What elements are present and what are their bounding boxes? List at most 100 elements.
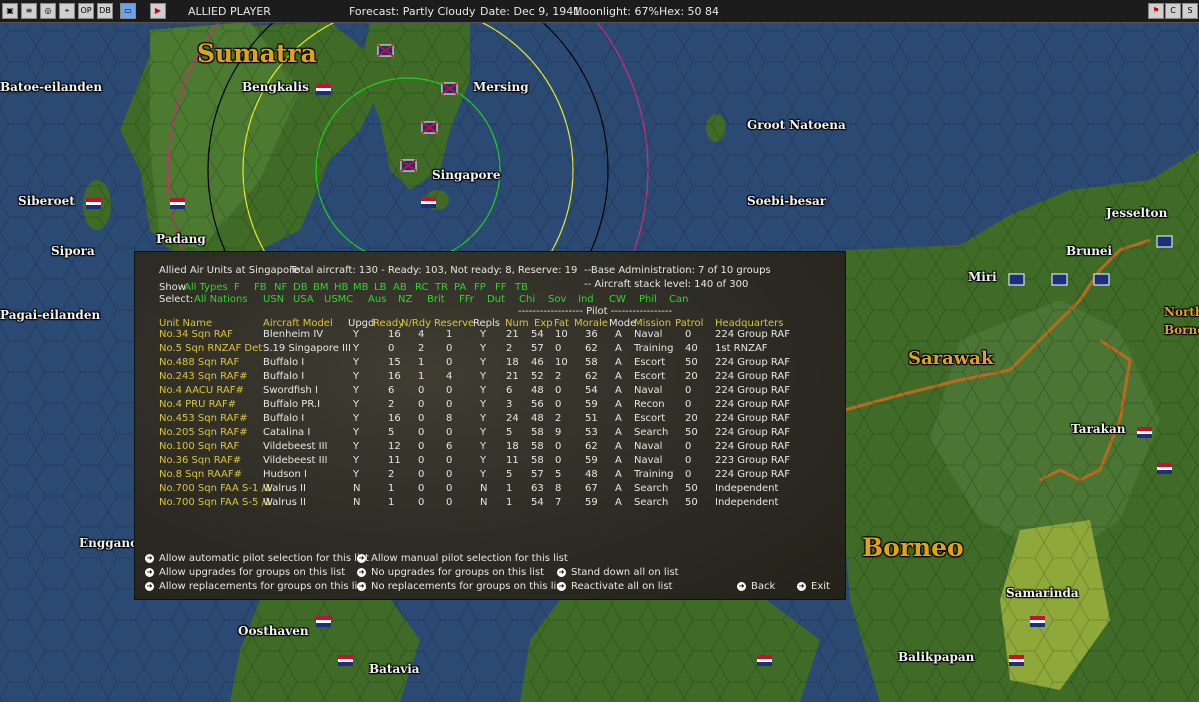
select-nation-all[interactable]: All Nations	[194, 294, 248, 305]
table-row[interactable]: No.36 Sqn RAF# Vildebeest III Y 11 0 0 Y 11 58 0 5…	[135, 455, 845, 469]
cell-exp: 48	[531, 385, 544, 396]
no-replacements-option[interactable]: ➜ No replacements for groups on this list	[357, 581, 565, 592]
select-nation-ffr[interactable]: FFr	[459, 294, 474, 305]
window-icon[interactable]: ▭	[120, 3, 136, 19]
show-type-mb[interactable]: MB	[353, 282, 369, 293]
select-nation-brit[interactable]: Brit	[427, 294, 445, 305]
cell-unit[interactable]: No.453 Sqn RAF#	[159, 413, 248, 424]
show-type-all[interactable]: All Types	[184, 282, 228, 293]
play-icon[interactable]: ▶	[150, 3, 166, 19]
s-button[interactable]: S	[1182, 3, 1198, 19]
table-row[interactable]: No.700 Sqn FAA S-1 /1 Walrus II N 1 0 0 N 1 63 8 6…	[135, 483, 845, 497]
col-unit[interactable]: Unit Name	[159, 318, 212, 329]
table-row[interactable]: No.700 Sqn FAA S-5 /1 Walrus II N 1 0 0 N 1 54 7 5…	[135, 497, 845, 511]
select-nation-usa[interactable]: USA	[293, 294, 314, 305]
select-nation-phil[interactable]: Phil	[639, 294, 657, 305]
select-nation-dut[interactable]: Dut	[487, 294, 505, 305]
show-type-ab[interactable]: AB	[393, 282, 407, 293]
cell-unit[interactable]: No.34 Sqn RAF	[159, 329, 233, 340]
stand-down-option[interactable]: ➜ Stand down all on list	[557, 567, 679, 578]
arrow-icon: ➜	[357, 581, 366, 591]
table-row[interactable]: No.100 Sqn RAF Vildebeest III Y 12 0 6 Y 18 58 0 6…	[135, 441, 845, 455]
select-nation-sov[interactable]: Sov	[548, 294, 566, 305]
allow-replacements-option[interactable]: ➜ Allow replacements for groups on this l…	[145, 581, 366, 592]
intel-icon[interactable]: ≡	[21, 3, 37, 19]
flag-icon[interactable]: ⚑	[1148, 3, 1164, 19]
show-type-tb[interactable]: TB	[515, 282, 528, 293]
show-type-fb[interactable]: FB	[254, 282, 267, 293]
cell-unit[interactable]: No.243 Sqn RAF#	[159, 371, 248, 382]
col-num[interactable]: Num	[505, 318, 529, 329]
select-nation-aus[interactable]: Aus	[368, 294, 386, 305]
select-nation-usmc[interactable]: USMC	[324, 294, 353, 305]
map-label-sarawak: Sarawak	[908, 348, 994, 369]
allow-upgrades-option[interactable]: ➜ Allow upgrades for groups on this list	[145, 567, 345, 578]
cell-unit[interactable]: No.700 Sqn FAA S-1 /1	[159, 483, 271, 494]
back-button[interactable]: ➜ Back	[737, 581, 775, 592]
col-ready[interactable]: Ready	[373, 318, 404, 329]
col-nrdy[interactable]: N/Rdy	[401, 318, 431, 329]
exit-button[interactable]: ➜ Exit	[797, 581, 830, 592]
select-nation-nz[interactable]: NZ	[398, 294, 412, 305]
cell-unit[interactable]: No.488 Sqn RAF	[159, 357, 239, 368]
cell-patrol: 50	[685, 497, 698, 508]
map-label-miri: Miri	[968, 270, 997, 284]
col-upgd[interactable]: Upgd	[348, 318, 374, 329]
col-fat[interactable]: Fat	[554, 318, 569, 329]
c-button[interactable]: C	[1165, 3, 1181, 19]
col-hq[interactable]: Headquarters	[715, 318, 783, 329]
cell-exp: 56	[531, 399, 544, 410]
db-button[interactable]: DB	[97, 3, 113, 19]
cell-unit[interactable]: No.205 Sqn RAF#	[159, 427, 248, 438]
cell-unit[interactable]: No.4 AACU RAF#	[159, 385, 244, 396]
table-row[interactable]: No.4 AACU RAF# Swordfish I Y 6 0 0 Y 6 48 0 54 A Nav…	[135, 385, 845, 399]
cell-unit[interactable]: No.100 Sqn RAF	[159, 441, 239, 452]
table-row[interactable]: No.488 Sqn RAF Buffalo I Y 15 1 0 Y 18 46 10 58 A Es…	[135, 357, 845, 371]
world-icon[interactable]: ◎	[40, 3, 56, 19]
auto-pilot-option[interactable]: ➜ Allow automatic pilot selection for thi…	[145, 553, 369, 564]
no-upgrades-option[interactable]: ➜ No upgrades for groups on this list	[357, 567, 544, 578]
table-row[interactable]: No.453 Sqn RAF# Buffalo I Y 16 0 8 Y 24 48 2 51 A Es…	[135, 413, 845, 427]
table-row[interactable]: No.205 Sqn RAF# Catalina I Y 5 0 0 Y 5 58 9 53 A Sea…	[135, 427, 845, 441]
table-row[interactable]: No.5 Sqn RNZAF Det S.19 Singapore III Y 0 2 0…	[135, 343, 845, 357]
show-type-f[interactable]: F	[234, 282, 240, 293]
col-repls[interactable]: Repls	[473, 318, 500, 329]
cell-unit[interactable]: No.5 Sqn RNZAF Det	[159, 343, 262, 354]
col-morale[interactable]: Morale	[574, 318, 608, 329]
show-type-db[interactable]: DB	[293, 282, 308, 293]
cell-unit[interactable]: No.700 Sqn FAA S-5 /1	[159, 497, 271, 508]
col-mode[interactable]: Mode	[609, 318, 636, 329]
show-type-lb[interactable]: LB	[374, 282, 386, 293]
show-type-pa[interactable]: PA	[454, 282, 466, 293]
show-type-nf[interactable]: NF	[274, 282, 287, 293]
op-button[interactable]: OP	[78, 3, 94, 19]
col-exp[interactable]: Exp	[534, 318, 553, 329]
select-nation-can[interactable]: Can	[669, 294, 688, 305]
cell-unit[interactable]: No.36 Sqn RAF#	[159, 455, 241, 466]
reactivate-option[interactable]: ➜ Reactivate all on list	[557, 581, 672, 592]
target-icon[interactable]: ⌖	[59, 3, 75, 19]
save-icon[interactable]: ▣	[2, 3, 18, 19]
show-type-bm[interactable]: BM	[313, 282, 329, 293]
select-nation-chi[interactable]: Chi	[519, 294, 535, 305]
show-type-ff[interactable]: FF	[495, 282, 507, 293]
table-row[interactable]: No.8 Sqn RAAF# Hudson I Y 2 0 0 Y 5 57 5 48 A Traini…	[135, 469, 845, 483]
show-type-hb[interactable]: HB	[334, 282, 348, 293]
col-reserve[interactable]: Reserve	[434, 318, 474, 329]
col-model[interactable]: Aircraft Model	[263, 318, 333, 329]
show-type-fp[interactable]: FP	[474, 282, 486, 293]
col-patrol[interactable]: Patrol	[675, 318, 703, 329]
show-type-tr[interactable]: TR	[435, 282, 448, 293]
cell-unit[interactable]: No.4 PRU RAF#	[159, 399, 236, 410]
col-mission[interactable]: Mission	[634, 318, 671, 329]
show-type-rc[interactable]: RC	[415, 282, 428, 293]
select-nation-usn[interactable]: USN	[263, 294, 284, 305]
select-nation-cw[interactable]: CW	[609, 294, 626, 305]
cell-reserve: 0	[446, 427, 453, 438]
cell-unit[interactable]: No.8 Sqn RAAF#	[159, 469, 242, 480]
manual-pilot-option[interactable]: ➜ Allow manual pilot selection for this l…	[357, 553, 568, 564]
table-row[interactable]: No.4 PRU RAF# Buffalo PR.I Y 2 0 0 Y 3 56 0 59 A Rec…	[135, 399, 845, 413]
select-nation-ind[interactable]: Ind	[578, 294, 594, 305]
table-row[interactable]: No.34 Sqn RAF Blenheim IV Y 16 4 1 Y 21 54 10 36 A N…	[135, 329, 845, 343]
table-row[interactable]: No.243 Sqn RAF# Buffalo I Y 16 1 4 Y 21 52 2 62 A Es…	[135, 371, 845, 385]
